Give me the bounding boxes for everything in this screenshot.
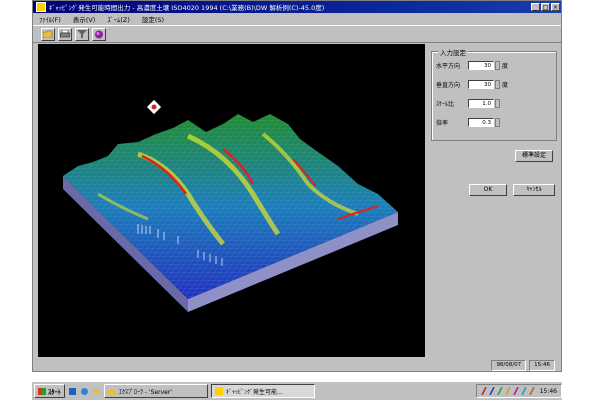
app-icon xyxy=(36,2,46,12)
cancel-button[interactable]: ｷｬﾝｾﾙ xyxy=(513,184,555,196)
open-folder-icon xyxy=(43,30,53,38)
menu-settings[interactable]: 設定(S) xyxy=(142,14,164,24)
horizontal-direction-spinner[interactable] xyxy=(495,60,500,70)
maximize-button[interactable]: □ xyxy=(541,3,550,11)
default-settings-button[interactable]: 標準設定 xyxy=(515,150,553,162)
globe-icon xyxy=(95,30,103,38)
filter-icon xyxy=(77,30,87,38)
application-window: ｷﾞｬｯﾋﾟﾝｸﾞ発生可能時間出力 - 高濃度土壌 ISO4020 1994 (… xyxy=(32,0,562,372)
field-label: ｽｹｰﾙ比 xyxy=(436,100,455,108)
menu-bar: ﾌｧｲﾙ(F) 表示(V) ｽﾞｰﾑ(Z) 設定(S) xyxy=(33,13,561,24)
system-tray: 15:46 xyxy=(475,384,562,398)
field-label: 垂直方向 xyxy=(436,81,461,89)
tray-pen-icon[interactable] xyxy=(521,387,527,395)
menu-file[interactable]: ﾌｧｲﾙ(F) xyxy=(39,14,61,24)
status-date: 98/08/07 xyxy=(491,359,527,371)
input-settings-group: 入力設定 水平方向 30 度 垂直方向 30 度 ｽｹｰﾙ比 1.0 倍率 0.… xyxy=(431,47,557,141)
group-title: 入力設定 xyxy=(438,47,468,57)
settings-panel: 入力設定 水平方向 30 度 垂直方向 30 度 ｽｹｰﾙ比 1.0 倍率 0.… xyxy=(429,46,559,206)
task-gapping-app[interactable]: ｷﾞｬｯﾋﾟﾝｸﾞ発生可能... xyxy=(211,384,315,398)
task-label: ｴｸｽﾌﾟﾛｰﾗ - 'Server' xyxy=(119,388,172,396)
open-folder-button[interactable] xyxy=(41,27,55,41)
explorer-quicklaunch-icon[interactable] xyxy=(68,387,77,396)
tray-pen-icon[interactable] xyxy=(529,387,535,395)
toolbar xyxy=(33,25,561,43)
magnification-spinner[interactable] xyxy=(495,117,500,127)
field-label: 倍率 xyxy=(436,119,449,127)
scale-ratio-input[interactable]: 1.0 xyxy=(468,98,494,108)
scale-ratio-row: ｽｹｰﾙ比 1.0 xyxy=(436,98,500,108)
minimize-button[interactable]: _ xyxy=(531,3,540,11)
horizontal-direction-input[interactable]: 30 xyxy=(468,60,494,70)
browser-quicklaunch-icon[interactable] xyxy=(80,387,89,396)
print-button[interactable] xyxy=(58,27,72,41)
scale-ratio-spinner[interactable] xyxy=(495,98,500,108)
field-unit: 度 xyxy=(502,62,509,70)
window-title: ｷﾞｬｯﾋﾟﾝｸﾞ発生可能時間出力 - 高濃度土壌 ISO4020 1994 (… xyxy=(49,4,325,12)
start-label: ｽﾀｰﾄ xyxy=(48,388,61,396)
taskbar-clock[interactable]: 15:46 xyxy=(540,388,557,395)
tray-pen-icon[interactable] xyxy=(481,387,487,395)
menu-view[interactable]: 表示(V) xyxy=(73,14,96,24)
ok-button[interactable]: OK xyxy=(469,184,507,196)
status-bar: 98/08/07 15:46 xyxy=(33,359,561,371)
filter-button[interactable] xyxy=(75,27,89,41)
start-button[interactable]: ｽﾀｰﾄ xyxy=(34,384,65,398)
vertical-direction-spinner[interactable] xyxy=(495,79,500,89)
title-bar[interactable]: ｷﾞｬｯﾋﾟﾝｸﾞ発生可能時間出力 - 高濃度土壌 ISO4020 1994 (… xyxy=(33,1,561,13)
terrain-mesh-graphic xyxy=(63,99,398,312)
globe-button[interactable] xyxy=(92,27,106,41)
vertical-direction-row: 垂直方向 30 度 xyxy=(436,79,508,89)
vertical-direction-input[interactable]: 30 xyxy=(468,79,494,89)
print-icon xyxy=(60,30,70,38)
tray-pen-icon[interactable] xyxy=(505,387,511,395)
task-explorer[interactable]: ｴｸｽﾌﾟﾛｰﾗ - 'Server' xyxy=(104,384,208,398)
windows-logo-icon xyxy=(38,387,46,395)
field-unit: 度 xyxy=(502,81,509,89)
app-icon xyxy=(215,387,223,395)
task-label: ｷﾞｬｯﾋﾟﾝｸﾞ発生可能... xyxy=(226,388,283,396)
magnification-row: 倍率 0.3 xyxy=(436,117,500,127)
mail-quicklaunch-icon[interactable] xyxy=(92,387,101,396)
close-button[interactable]: × xyxy=(551,3,560,11)
menu-zoom[interactable]: ｽﾞｰﾑ(Z) xyxy=(107,14,130,24)
status-time: 15:46 xyxy=(529,359,555,371)
magnification-input[interactable]: 0.3 xyxy=(468,117,494,127)
taskbar: ｽﾀｰﾄ ｴｸｽﾌﾟﾛｰﾗ - 'Server' ｷﾞｬｯﾋﾟﾝｸﾞ発生可能..… xyxy=(32,381,562,400)
tray-pen-icon[interactable] xyxy=(513,387,519,395)
tray-pen-icon[interactable] xyxy=(497,387,503,395)
tray-pen-icon[interactable] xyxy=(489,387,495,395)
folder-icon xyxy=(108,389,116,395)
field-label: 水平方向 xyxy=(436,62,461,70)
horizontal-direction-row: 水平方向 30 度 xyxy=(436,60,508,70)
terrain-3d-view[interactable] xyxy=(38,44,425,357)
